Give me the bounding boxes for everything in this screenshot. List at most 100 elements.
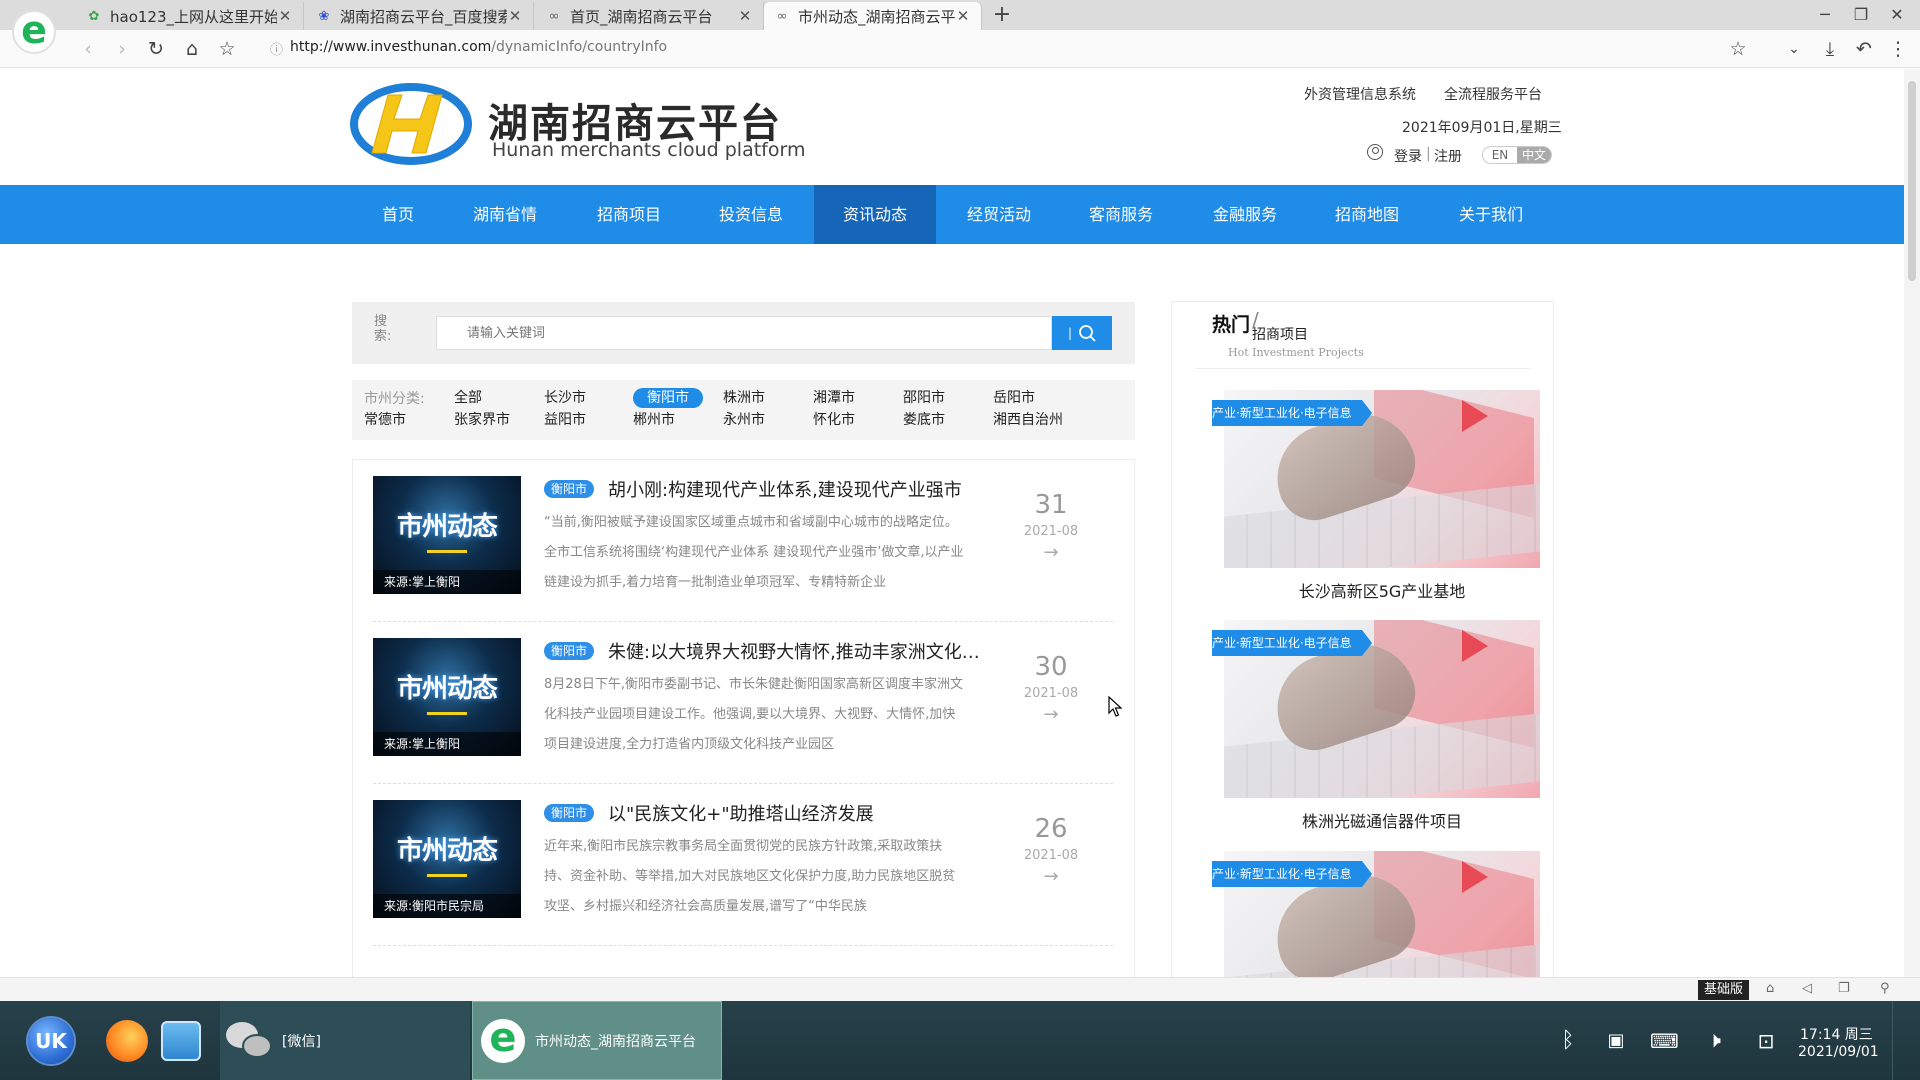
- city-shaoyang[interactable]: 邵阳市: [903, 388, 945, 408]
- arrow-right-icon[interactable]: →: [1021, 866, 1081, 887]
- tab-hao123[interactable]: ✿ hao123_上网从这里开始 ✕: [76, 2, 304, 30]
- city-huaihua[interactable]: 怀化市: [813, 410, 855, 430]
- close-icon[interactable]: ✕: [277, 7, 293, 25]
- city-chenzhou[interactable]: 郴州市: [633, 410, 675, 430]
- city-xiangtan[interactable]: 湘潭市: [813, 388, 855, 408]
- address-bar[interactable]: ⓘ http://www.investhunan.com/dynamicInfo…: [262, 36, 1732, 62]
- news-item[interactable]: 市州动态 来源:掌上衡阳 衡阳市 胡小刚:构建现代产业体系,建设现代产业强市 “…: [373, 460, 1113, 622]
- nav-investment-info[interactable]: 投资信息: [712, 185, 790, 244]
- foreign-investment-system-link[interactable]: 外资管理信息系统: [1304, 84, 1416, 104]
- arrow-right-icon[interactable]: →: [1021, 542, 1081, 563]
- register-link[interactable]: 注册: [1434, 146, 1462, 166]
- favorite-star-icon[interactable]: ☆: [1724, 35, 1752, 63]
- window-icon[interactable]: ❐: [1838, 981, 1850, 996]
- close-window-icon[interactable]: ✕: [1882, 2, 1912, 28]
- browser-logo-icon[interactable]: e: [12, 10, 56, 54]
- forward-icon[interactable]: ›: [108, 35, 136, 63]
- volume-icon[interactable]: 🕨: [1700, 1027, 1728, 1055]
- city-changsha[interactable]: 长沙市: [544, 388, 586, 408]
- project-name[interactable]: 长沙高新区5G产业基地: [1224, 578, 1540, 602]
- project-card[interactable]: 产业·新型工业化·电子信息: [1192, 851, 1540, 977]
- nav-home[interactable]: 首页: [370, 185, 426, 244]
- home-icon[interactable]: ⌂: [178, 35, 206, 63]
- start-menu-button[interactable]: UK: [28, 1018, 74, 1064]
- network-icon[interactable]: ⊡: [1752, 1027, 1780, 1055]
- show-desktop-button[interactable]: [1892, 1001, 1920, 1080]
- firefox-icon[interactable]: [106, 1020, 148, 1062]
- lang-zh-button[interactable]: 中文: [1517, 147, 1551, 163]
- basic-mode-badge[interactable]: 基础版: [1698, 980, 1750, 1000]
- news-list: 市州动态 来源:掌上衡阳 衡阳市 胡小刚:构建现代产业体系,建设现代产业强市 “…: [352, 459, 1135, 977]
- page-scrollbar[interactable]: [1904, 69, 1920, 977]
- menu-dots-icon[interactable]: ⋮: [1884, 35, 1912, 63]
- bluetooth-icon[interactable]: ᛒ: [1554, 1027, 1582, 1055]
- tab-baidu-search[interactable]: ❀ 湖南招商云平台_百度搜索 ✕: [306, 2, 534, 30]
- tab-home[interactable]: ∞ 首页_湖南招商云平台 ✕: [536, 2, 764, 30]
- city-loudi[interactable]: 娄底市: [903, 410, 945, 430]
- site-logo-icon[interactable]: [350, 83, 472, 165]
- tab-city-news[interactable]: ∞ 市州动态_湖南招商云平台 ✕: [764, 2, 982, 30]
- hot-title: 热门: [1212, 314, 1251, 336]
- keyboard-icon[interactable]: ⌨: [1650, 1027, 1679, 1055]
- chevron-down-icon[interactable]: ⌄: [1780, 35, 1808, 63]
- speaker-icon[interactable]: ◁: [1802, 981, 1812, 996]
- nav-investment-map[interactable]: 招商地图: [1328, 185, 1406, 244]
- search-button[interactable]: |: [1052, 316, 1112, 350]
- nav-about-us[interactable]: 关于我们: [1452, 185, 1530, 244]
- lang-en-button[interactable]: EN: [1483, 147, 1517, 163]
- nav-merchant-services[interactable]: 客商服务: [1082, 185, 1160, 244]
- new-tab-button[interactable]: +: [990, 2, 1014, 28]
- minimize-icon[interactable]: ─: [1810, 2, 1840, 28]
- login-link[interactable]: 登录: [1394, 146, 1422, 166]
- scrollbar-thumb[interactable]: [1908, 81, 1916, 281]
- project-card[interactable]: 产业·新型工业化·电子信息 长沙高新区5G产业基地: [1192, 390, 1540, 610]
- search-input[interactable]: [436, 316, 1052, 350]
- close-icon[interactable]: ✕: [737, 7, 753, 25]
- close-icon[interactable]: ✕: [507, 7, 523, 25]
- city-hengyang[interactable]: 衡阳市: [633, 388, 703, 408]
- zoom-icon[interactable]: ⚲: [1880, 981, 1890, 996]
- city-zhuzhou[interactable]: 株洲市: [723, 388, 765, 408]
- ad-block-icon[interactable]: ⌂: [1766, 981, 1774, 996]
- restore-icon[interactable]: ❐: [1846, 2, 1876, 28]
- full-process-service-link[interactable]: 全流程服务平台: [1444, 84, 1542, 104]
- news-title[interactable]: 以"民族文化+"助推塔山经济发展: [608, 800, 988, 826]
- city-yueyang[interactable]: 岳阳市: [993, 388, 1035, 408]
- software-center-icon[interactable]: ▣: [1602, 1027, 1630, 1055]
- taskbar-item-browser[interactable]: e 市州动态_湖南招商云平台: [472, 1001, 722, 1080]
- city-zhangjiajie[interactable]: 张家界市: [454, 410, 510, 430]
- city-changde[interactable]: 常德市: [364, 410, 406, 430]
- nav-news[interactable]: 资讯动态: [814, 185, 936, 244]
- thumbnail-accent-bar: [427, 550, 467, 553]
- undo-icon[interactable]: ↶: [1850, 35, 1878, 63]
- close-icon[interactable]: ✕: [955, 7, 971, 25]
- news-title[interactable]: 朱健:以大境界大视野大情怀,推动丰家洲文化科技产业园建设: [608, 638, 988, 664]
- reload-icon[interactable]: ↻: [142, 35, 170, 63]
- news-thumbnail[interactable]: 市州动态 来源:掌上衡阳: [373, 638, 521, 756]
- nav-projects[interactable]: 招商项目: [590, 185, 668, 244]
- arrow-right-icon[interactable]: →: [1021, 704, 1081, 725]
- news-title[interactable]: 胡小刚:构建现代产业体系,建设现代产业强市: [608, 476, 988, 502]
- file-manager-icon[interactable]: [161, 1021, 201, 1061]
- project-card[interactable]: 产业·新型工业化·电子信息 株洲光磁通信器件项目: [1192, 620, 1540, 840]
- taskbar-item-wechat[interactable]: [微信]: [220, 1001, 470, 1080]
- city-yongzhou[interactable]: 永州市: [723, 410, 765, 430]
- project-name[interactable]: 株洲光磁通信器件项目: [1224, 808, 1540, 832]
- city-all[interactable]: 全部: [454, 388, 482, 408]
- nav-finance-services[interactable]: 金融服务: [1206, 185, 1284, 244]
- back-icon[interactable]: ‹: [74, 35, 102, 63]
- user-icon: [1367, 144, 1383, 160]
- nav-trade-events[interactable]: 经贸活动: [960, 185, 1038, 244]
- city-xiangxi[interactable]: 湘西自治州: [993, 410, 1063, 430]
- news-thumbnail[interactable]: 市州动态 来源:掌上衡阳: [373, 476, 521, 594]
- clock-date[interactable]: 2021/09/01: [1798, 1044, 1879, 1060]
- clock-time[interactable]: 17:14 周三: [1800, 1024, 1873, 1044]
- city-yiyang[interactable]: 益阳市: [544, 410, 586, 430]
- news-thumbnail[interactable]: 市州动态 来源:衡阳市民宗局: [373, 800, 521, 918]
- download-icon[interactable]: ⤓: [1816, 35, 1844, 63]
- nav-province-info[interactable]: 湖南省情: [466, 185, 544, 244]
- bookmark-star-icon[interactable]: ☆: [213, 35, 241, 63]
- news-item[interactable]: 市州动态 来源:衡阳市民宗局 衡阳市 以"民族文化+"助推塔山经济发展 近年来,…: [373, 784, 1113, 946]
- project-category-tag: 产业·新型工业化·电子信息: [1212, 861, 1372, 887]
- news-item[interactable]: 市州动态 来源:掌上衡阳 衡阳市 朱健:以大境界大视野大情怀,推动丰家洲文化科技…: [373, 622, 1113, 784]
